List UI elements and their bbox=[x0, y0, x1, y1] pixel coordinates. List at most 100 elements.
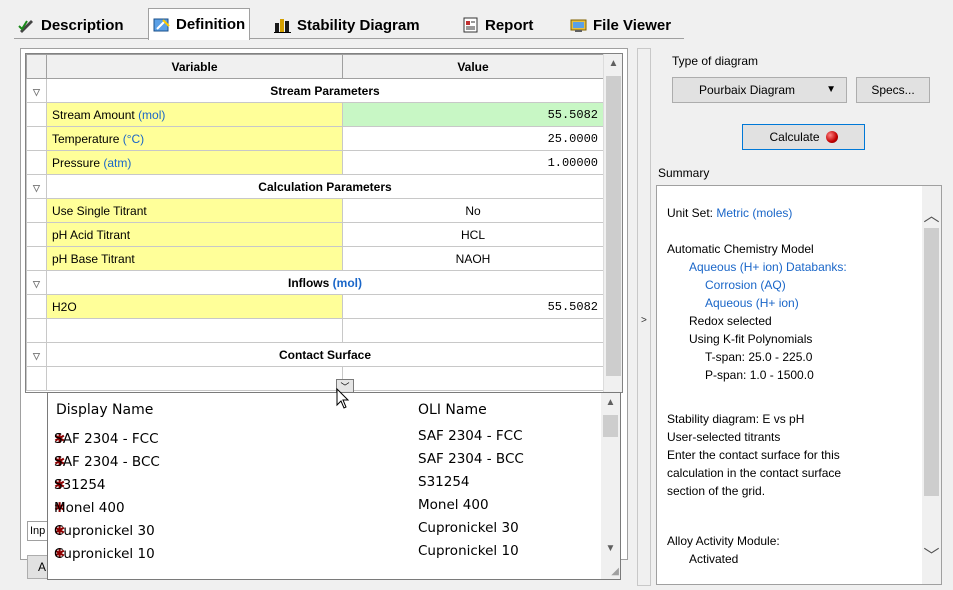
table-row[interactable]: Temperature (°C) 25.0000 bbox=[26, 126, 604, 151]
collapse-icon[interactable]: ▽ bbox=[33, 351, 40, 361]
summary-scrollbar[interactable]: ︿ ﹀ bbox=[922, 186, 941, 584]
list-item[interactable]: ✱ Cupronickel 10 Cupronickel 10 bbox=[48, 540, 602, 563]
display-text: S31254 bbox=[54, 477, 106, 493]
tab-report[interactable]: Report bbox=[458, 12, 537, 38]
parameter-grid: Variable Value ▽ Stream Parameters Strea… bbox=[25, 53, 623, 393]
calculate-button[interactable]: Calculate bbox=[742, 124, 865, 150]
acid-titrant-value[interactable]: HCL bbox=[342, 222, 604, 247]
list-item[interactable]: ✱ SAF 2304 - BCC SAF 2304 - BCC bbox=[48, 448, 602, 471]
row-header bbox=[26, 126, 47, 151]
scroll-thumb[interactable] bbox=[924, 228, 939, 496]
tab-definition[interactable]: Definition bbox=[148, 8, 251, 40]
tab-report-label: Report bbox=[485, 16, 534, 34]
calculation-parameters-section[interactable]: ▽ Calculation Parameters bbox=[26, 174, 604, 199]
list-item[interactable]: ✱ Cupronickel 30 Cupronickel 30 bbox=[48, 517, 602, 540]
table-row[interactable]: Use Single Titrant No bbox=[26, 198, 604, 223]
scroll-thumb[interactable] bbox=[606, 76, 621, 376]
contact-surface-section[interactable]: ▽ Contact Surface bbox=[26, 342, 604, 367]
inflows-section[interactable]: ▽ Inflows (mol) bbox=[26, 270, 604, 295]
empty-cell[interactable] bbox=[46, 318, 343, 343]
stream-amount-value[interactable]: 55.5082 bbox=[342, 102, 604, 127]
grid-corner bbox=[26, 54, 47, 79]
corrosion-db-link[interactable]: Corrosion (AQ) bbox=[705, 278, 786, 292]
unit-link[interactable]: (°C) bbox=[123, 132, 144, 146]
pspan-line: P-span: 1.0 - 1500.0 bbox=[705, 368, 814, 382]
row-header bbox=[26, 150, 47, 175]
table-row[interactable]: Pressure (atm) 1.00000 bbox=[26, 150, 604, 175]
databanks-link[interactable]: Aqueous (H+ ion) Databanks: bbox=[689, 260, 847, 274]
chevron-up-icon[interactable]: ︿ bbox=[922, 202, 941, 226]
display-text: Cupronickel 10 bbox=[54, 546, 155, 562]
table-row[interactable]: pH Base Titrant NAOH bbox=[26, 246, 604, 271]
list-item[interactable]: ✱ SAF 2304 - FCC SAF 2304 - FCC bbox=[48, 425, 602, 448]
summary-panel[interactable]: Unit Set: Metric (moles) Automatic Chemi… bbox=[656, 185, 942, 585]
contact-surface-dropdown[interactable]: Display Name OLI Name ✱ SAF 2304 - FCC SA… bbox=[47, 392, 621, 580]
h2o-value[interactable]: 55.5082 bbox=[342, 294, 604, 319]
diagram-type-select[interactable]: Pourbaix Diagram ▼ bbox=[672, 77, 847, 103]
tab-description[interactable]: Description bbox=[14, 12, 128, 38]
oli-name: Cupronickel 10 bbox=[418, 543, 519, 559]
tab-stability-diagram[interactable]: Stability Diagram bbox=[270, 12, 424, 38]
unit-link[interactable]: (atm) bbox=[103, 156, 131, 170]
aqueous-db-link[interactable]: Aqueous (H+ ion) bbox=[705, 296, 799, 310]
empty-cell[interactable] bbox=[342, 318, 604, 343]
scroll-up-icon[interactable]: ▲ bbox=[604, 54, 622, 74]
row-header bbox=[26, 102, 47, 127]
row-header: ▽ bbox=[26, 174, 47, 199]
contact-surface-value[interactable] bbox=[342, 366, 604, 391]
scroll-down-icon[interactable]: ▼ bbox=[601, 539, 620, 559]
dropdown-scrollbar[interactable]: ▲ ▼ bbox=[601, 393, 620, 579]
table-row[interactable]: H2O 55.5082 bbox=[26, 294, 604, 319]
tab-file-viewer-label: File Viewer bbox=[593, 16, 672, 34]
temperature-value[interactable]: 25.0000 bbox=[342, 126, 604, 151]
file-viewer-icon bbox=[570, 17, 588, 33]
instruction-line-2: calculation in the contact surface bbox=[667, 466, 842, 480]
empty-row[interactable] bbox=[26, 318, 604, 343]
section-title: Contact Surface bbox=[46, 342, 604, 367]
oli-name: SAF 2304 - FCC bbox=[418, 428, 523, 444]
collapse-icon[interactable]: ▽ bbox=[33, 183, 40, 193]
oli-name: SAF 2304 - BCC bbox=[418, 451, 524, 467]
list-item[interactable]: ✱ S31254 S31254 bbox=[48, 471, 602, 494]
table-row[interactable]: Stream Amount (mol) 55.5082 bbox=[26, 102, 604, 127]
unit-set-link[interactable]: Metric (moles) bbox=[716, 206, 792, 220]
display-text: SAF 2304 - BCC bbox=[54, 454, 160, 470]
var-name: Pressure bbox=[52, 155, 101, 170]
resize-grip-icon[interactable]: ◢ bbox=[607, 566, 619, 578]
contact-surface-row[interactable] bbox=[26, 366, 604, 391]
unit-link[interactable]: (mol) bbox=[333, 276, 362, 290]
table-row[interactable]: pH Acid Titrant HCL bbox=[26, 222, 604, 247]
single-titrant-value[interactable]: No bbox=[342, 198, 604, 223]
collapse-icon[interactable]: ▽ bbox=[33, 87, 40, 97]
inflows-title: Inflows bbox=[287, 275, 330, 290]
stream-parameters-section[interactable]: ▽ Stream Parameters bbox=[26, 78, 604, 103]
variable-column-header[interactable]: Variable bbox=[46, 54, 343, 79]
expand-arrow-icon[interactable]: > bbox=[641, 315, 647, 326]
oli-name: Monel 400 bbox=[418, 497, 489, 513]
diagram-type-value: Pourbaix Diagram bbox=[699, 83, 796, 97]
base-titrant-label: pH Base Titrant bbox=[46, 246, 343, 271]
pressure-value[interactable]: 1.00000 bbox=[342, 150, 604, 175]
redox-line: Redox selected bbox=[689, 314, 772, 328]
chevron-down-icon[interactable]: ﹀ bbox=[922, 542, 941, 566]
base-titrant-value[interactable]: NAOH bbox=[342, 246, 604, 271]
value-column-header[interactable]: Value bbox=[342, 54, 604, 79]
scroll-up-icon[interactable]: ▲ bbox=[601, 393, 620, 413]
contact-surface-combo[interactable] bbox=[46, 366, 343, 391]
display-text: Monel 400 bbox=[54, 500, 125, 516]
tab-definition-label: Definition bbox=[176, 16, 246, 33]
unit-link[interactable]: (mol) bbox=[138, 108, 165, 122]
grid-scrollbar[interactable]: ▲ bbox=[603, 54, 622, 392]
panel-splitter[interactable]: > bbox=[637, 48, 651, 586]
list-item[interactable]: ✱ Monel 400 Monel 400 bbox=[48, 494, 602, 517]
tab-file-viewer[interactable]: File Viewer bbox=[566, 12, 675, 38]
collapse-icon[interactable]: ▽ bbox=[33, 279, 40, 289]
scroll-thumb[interactable] bbox=[603, 415, 618, 437]
acid-titrant-label: pH Acid Titrant bbox=[46, 222, 343, 247]
model-line: Automatic Chemistry Model bbox=[667, 242, 814, 256]
h2o-label: H2O bbox=[46, 294, 343, 319]
specs-button[interactable]: Specs... bbox=[856, 77, 930, 103]
row-header bbox=[26, 198, 47, 223]
var-name: Stream Amount bbox=[52, 107, 135, 122]
section-title: Inflows (mol) bbox=[46, 270, 604, 295]
